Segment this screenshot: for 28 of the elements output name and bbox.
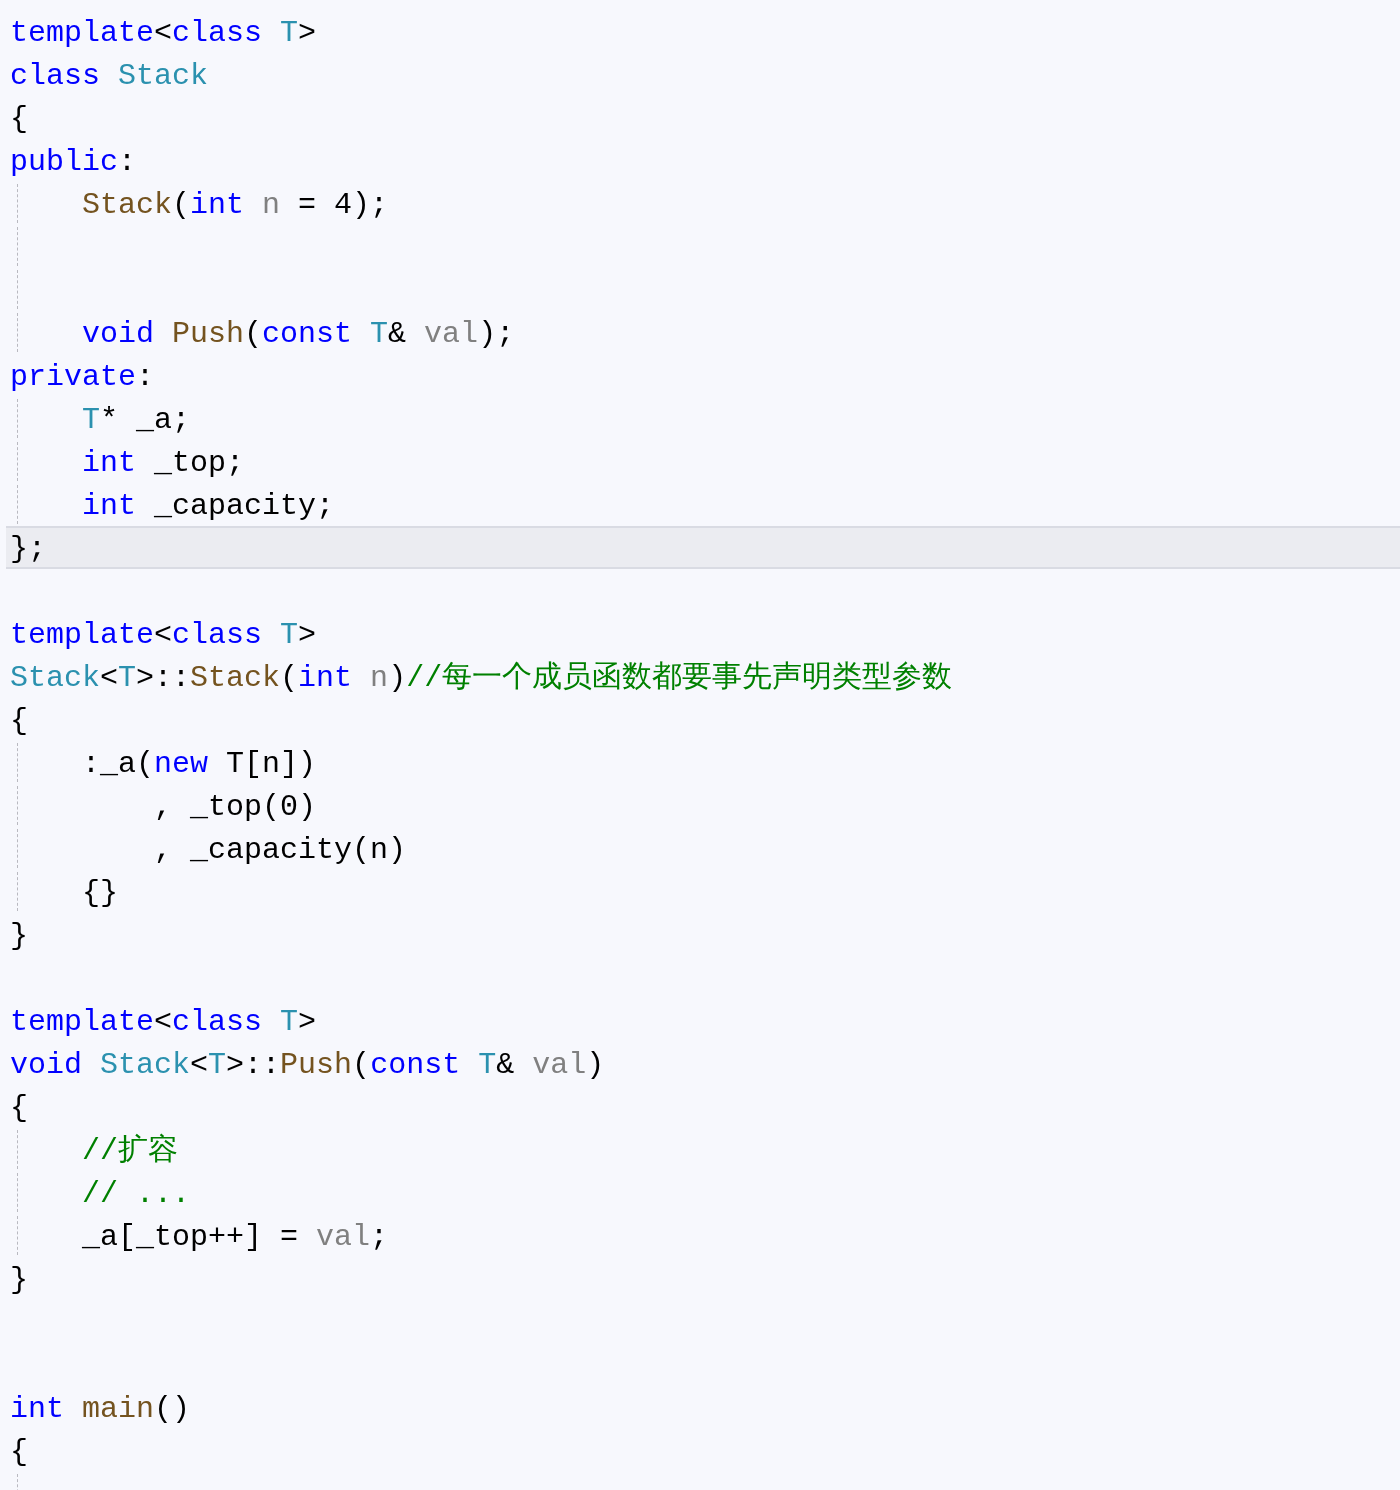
code-line: void Stack<T>::Push(const T& val) — [10, 1047, 605, 1084]
code-line: :_a(new T[n]) — [82, 746, 317, 783]
code-line: , _top(0) — [154, 789, 317, 826]
code-line: } — [10, 1262, 28, 1299]
code-line: public: — [10, 144, 137, 181]
code-line: void Push(const T& val); — [82, 316, 515, 353]
code-line: , _capacity(n) — [154, 832, 407, 869]
code-line: T* _a; — [82, 402, 191, 439]
code-line: private: — [10, 359, 155, 396]
code-line: Stack<T>::Stack(int n)//每一个成员函数都要事先声明类型参数 — [10, 660, 953, 697]
code-line: // ... — [82, 1176, 191, 1213]
code-line: { — [10, 101, 28, 138]
code-line: class Stack — [10, 58, 209, 95]
code-line: } — [10, 918, 28, 955]
code-line: { — [10, 1090, 28, 1127]
code-line: _a[_top++] = val; — [82, 1219, 389, 1256]
code-line: template<class T> — [10, 15, 317, 52]
code-line: int main() — [10, 1391, 191, 1428]
code-line: int _top; — [82, 445, 245, 482]
code-line: template<class T> — [10, 617, 317, 654]
code-line: template<class T> — [10, 1004, 317, 1041]
code-line: { — [10, 1434, 28, 1471]
code-line: { — [10, 703, 28, 740]
code-line: }; — [10, 531, 46, 568]
code-line: //扩容 — [82, 1132, 179, 1170]
code-line: {} — [82, 875, 119, 912]
code-line: int _capacity; — [82, 488, 335, 525]
code-line: Stack(int n = 4); — [82, 187, 389, 224]
